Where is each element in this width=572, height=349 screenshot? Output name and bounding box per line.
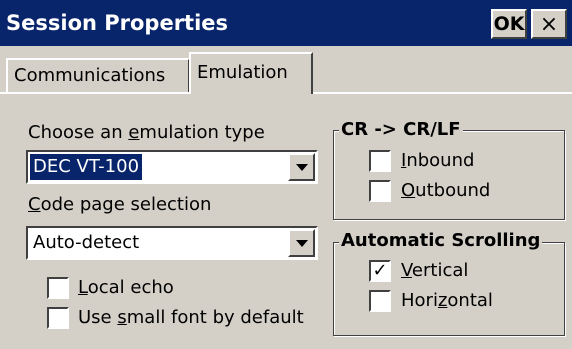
small-font-label: Use small font by default — [78, 307, 304, 328]
vertical-label: Vertical — [401, 260, 469, 281]
scrolling-group-title: Automatic Scrolling — [339, 230, 543, 252]
inbound-label: Inbound — [401, 150, 475, 171]
window-title: Session Properties — [6, 11, 229, 35]
horizontal-checkbox[interactable] — [369, 290, 391, 312]
local-echo-checkbox[interactable] — [47, 277, 69, 299]
chevron-down-icon[interactable] — [288, 153, 315, 181]
close-button[interactable]: × — [531, 9, 567, 39]
inbound-checkbox[interactable] — [369, 150, 391, 172]
vertical-checkbox[interactable]: ✓ — [369, 260, 391, 282]
emulation-type-label: Choose an emulation type — [28, 122, 265, 143]
code-page-value: Auto-detect — [33, 232, 140, 253]
outbound-checkbox[interactable] — [369, 180, 391, 202]
code-page-dropdown[interactable]: Auto-detect — [26, 226, 318, 260]
small-font-checkbox[interactable] — [47, 307, 69, 329]
close-icon: × — [539, 11, 559, 37]
crlf-group-title: CR -> CR/LF — [339, 119, 463, 141]
chevron-down-icon[interactable] — [288, 229, 315, 257]
crlf-groupbox — [333, 130, 565, 220]
horizontal-label: Horizontal — [401, 290, 493, 311]
outbound-label: Outbound — [401, 180, 491, 201]
local-echo-label: Local echo — [78, 277, 174, 298]
title-bar: Session Properties OK × — [0, 0, 572, 46]
code-page-label: Code page selection — [28, 194, 212, 215]
scrolling-groupbox — [333, 242, 565, 336]
ok-button[interactable]: OK — [491, 9, 527, 39]
checkmark-icon: ✓ — [372, 260, 388, 281]
emulation-type-value: DEC VT-100 — [30, 154, 143, 180]
tab-emulation[interactable]: Emulation — [189, 52, 313, 94]
tab-communications[interactable]: Communications — [6, 58, 190, 94]
emulation-type-dropdown[interactable]: DEC VT-100 — [26, 150, 318, 184]
